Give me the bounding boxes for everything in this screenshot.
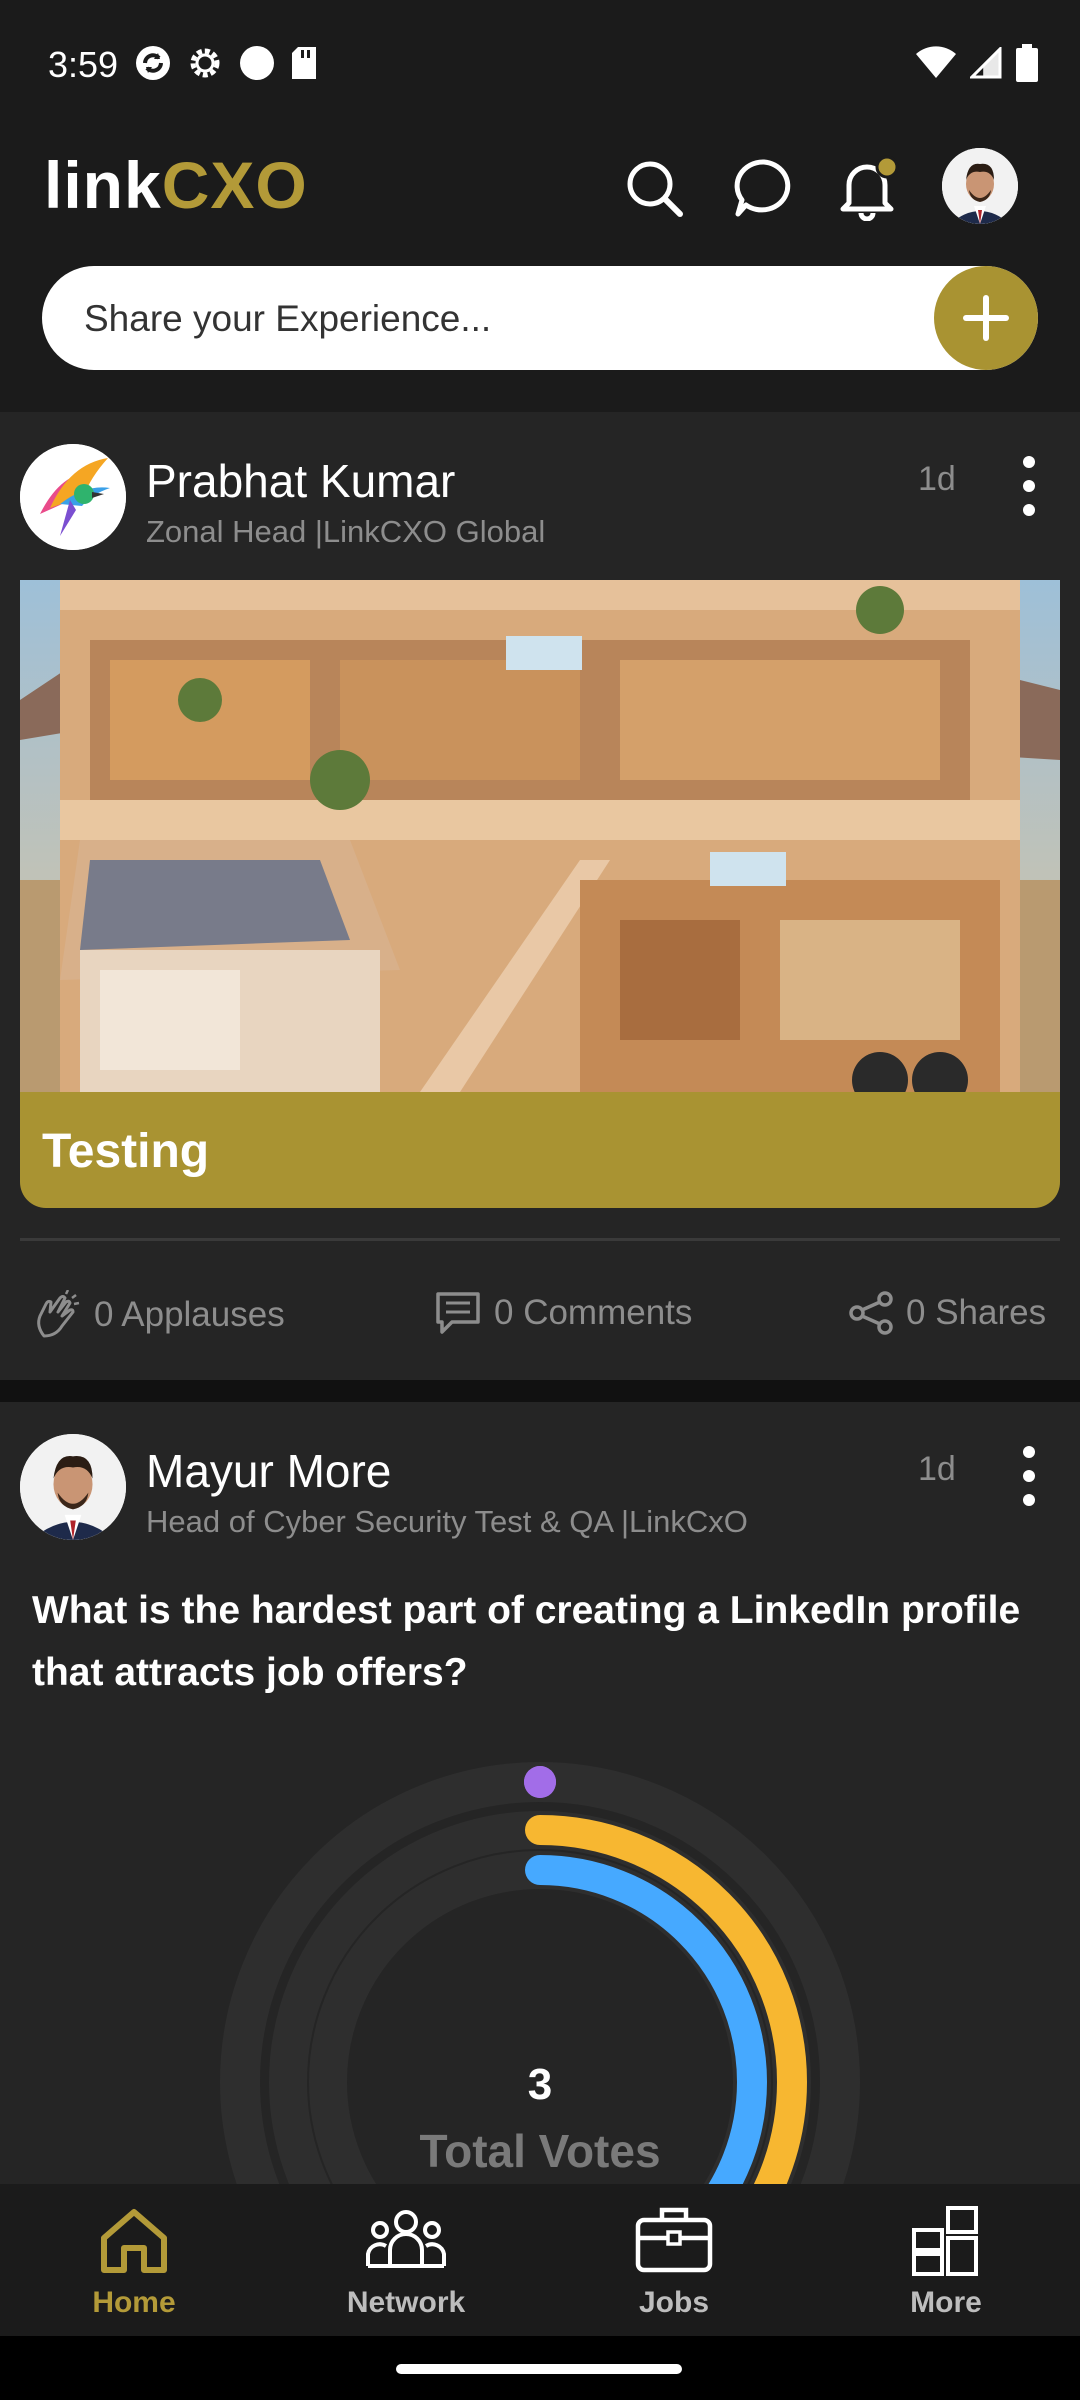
post-caption: Testing — [42, 1125, 210, 1178]
share-experience-input[interactable]: Share your Experience... — [42, 266, 1038, 370]
comment-count: 0 Comments — [494, 1293, 693, 1332]
sd-card-icon — [292, 47, 316, 79]
post-card[interactable]: Prabhat Kumar Zonal Head |LinkCXO Global… — [0, 412, 1080, 1380]
divider — [20, 1238, 1060, 1241]
nav-more-label: More — [910, 2286, 982, 2319]
nav-network-label: Network — [346, 2286, 466, 2319]
logo-cxo-text: CXO — [161, 148, 308, 222]
status-notification-icons — [134, 44, 320, 82]
post-caption-box[interactable]: Testing — [20, 1092, 1060, 1208]
nav-jobs-label: Jobs — [638, 2286, 710, 2319]
share-placeholder: Share your Experience... — [84, 298, 492, 339]
poll-results-chart — [0, 1762, 1080, 2184]
add-post-button[interactable] — [934, 266, 1038, 370]
signal-icon — [970, 47, 1002, 79]
nav-home-label: Home — [92, 2286, 176, 2319]
status-system-icons — [916, 44, 1038, 82]
app-header: link CXO Share your Experience... — [0, 128, 1080, 412]
share-button[interactable]: 0 Shares — [848, 1290, 1046, 1336]
poll-bar-0-zero-marker — [524, 1766, 556, 1798]
applause-button[interactable]: 0 Applauses — [32, 1290, 285, 1340]
poll-chart-svg — [220, 1762, 860, 2184]
nav-jobs[interactable]: Jobs — [574, 2200, 774, 2330]
wifi-icon — [916, 46, 956, 78]
battery-icon — [1016, 44, 1038, 82]
author-avatar[interactable] — [20, 444, 126, 550]
plus-icon — [963, 295, 1009, 341]
nav-network[interactable]: Network — [306, 2200, 506, 2330]
applause-count: 0 Applauses — [94, 1295, 285, 1334]
status-time: 3:59 — [48, 44, 119, 85]
nav-more[interactable]: More — [846, 2200, 1046, 2330]
share-icon — [849, 1291, 893, 1335]
comment-icon — [436, 1292, 480, 1334]
profile-avatar[interactable] — [942, 148, 1018, 224]
more-options-icon[interactable] — [1014, 456, 1044, 516]
more-options-icon[interactable] — [1014, 1446, 1044, 1506]
home-icon — [101, 2209, 167, 2273]
total-votes-number: 3 — [527, 2060, 553, 2109]
author-role: Zonal Head |LinkCXO Global — [146, 514, 546, 549]
chat-icon[interactable] — [724, 148, 804, 228]
bird-logo-image — [20, 444, 126, 550]
poll-post-card[interactable]: Mayur More Head of Cyber Security Test &… — [0, 1402, 1080, 2184]
post-image[interactable] — [20, 580, 1060, 1092]
total-votes-label: Total Votes — [419, 2125, 661, 2177]
settings-gear-icon — [190, 48, 220, 78]
share-count: 0 Shares — [906, 1293, 1047, 1332]
sync-icon — [136, 46, 170, 80]
network-people-icon — [366, 2210, 446, 2268]
linkcxo-logo[interactable]: link CXO — [44, 148, 308, 222]
feed[interactable]: Prabhat Kumar Zonal Head |LinkCXO Global… — [0, 412, 1080, 2184]
post-time: 1d — [918, 1450, 956, 1488]
author-avatar[interactable] — [20, 1434, 126, 1540]
briefcase-icon — [635, 2207, 713, 2273]
poll-question: What is the hardest part of creating a L… — [32, 1589, 1021, 1694]
comment-button[interactable]: 0 Comments — [434, 1290, 692, 1336]
author-name[interactable]: Prabhat Kumar — [146, 454, 455, 508]
circle-icon — [240, 46, 274, 80]
logo-link-text: link — [44, 148, 162, 222]
grid-more-icon — [912, 2206, 978, 2276]
post-time: 1d — [918, 460, 956, 498]
home-gesture-bar[interactable] — [396, 2364, 682, 2374]
author-name[interactable]: Mayur More — [146, 1444, 391, 1498]
author-role: Head of Cyber Security Test & QA |LinkCx… — [146, 1504, 748, 1539]
nav-home[interactable]: Home — [34, 2200, 234, 2330]
clap-icon — [37, 1290, 80, 1338]
search-icon[interactable] — [614, 148, 694, 228]
gesture-area — [0, 2336, 1080, 2400]
notification-bell-icon[interactable] — [828, 148, 908, 228]
bottom-navigation: Home Network Jobs More — [0, 2184, 1080, 2336]
status-bar: 3:59 — [0, 0, 1080, 128]
